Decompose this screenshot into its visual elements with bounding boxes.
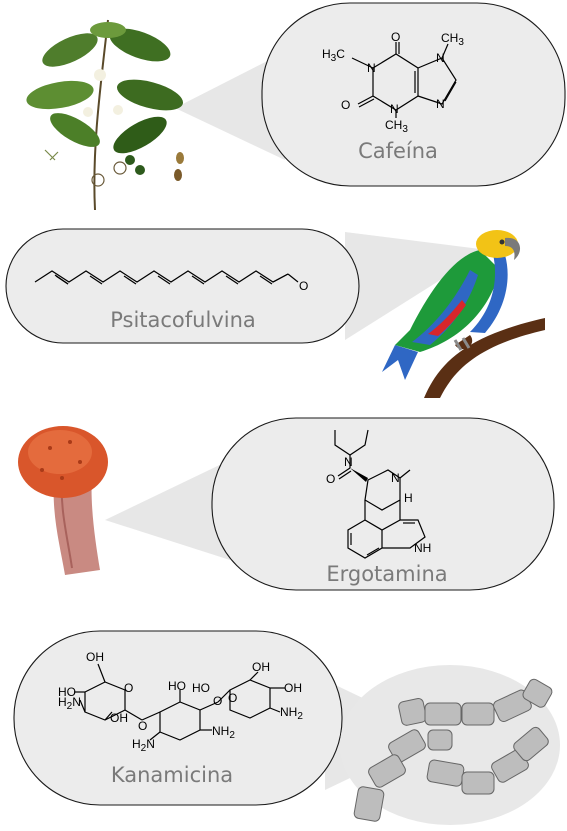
- atom-o: O: [299, 279, 308, 293]
- label-cafeina: Cafeína: [358, 139, 438, 163]
- ergot-fungus-illustration: [18, 426, 108, 575]
- panel-ergotamina: O N N H NH Ergotamina: [18, 417, 555, 591]
- atom-ho3: HO: [192, 681, 210, 695]
- atom-n1: N: [367, 61, 376, 75]
- figure-canvas: O O N N N N H3C CH3 CH3 Cafeína O Psitac…: [5, 2, 566, 825]
- atom-n2: N: [391, 471, 400, 485]
- atom-h: H: [404, 491, 413, 505]
- atom-oh4: OH: [284, 681, 302, 695]
- label-kanamicina: Kanamicina: [111, 763, 233, 787]
- atom-o: O: [326, 472, 335, 486]
- atom-n1: N: [344, 455, 353, 469]
- atom-oh1: OH: [86, 650, 104, 664]
- atom-o4: O: [228, 691, 237, 705]
- pointer-cone: [105, 460, 230, 560]
- coffee-plant-illustration: [26, 19, 184, 211]
- atom-n4: N: [436, 97, 445, 111]
- atom-o2: O: [341, 98, 350, 112]
- panel-cafeina: O O N N N N H3C CH3 CH3 Cafeína: [26, 2, 566, 211]
- atom-ho2: HO: [168, 679, 186, 693]
- panel-psitacofulvina: O Psitacofulvina: [5, 228, 545, 398]
- atom-o1: O: [391, 30, 400, 44]
- atom-n3: N: [436, 51, 445, 65]
- atom-nh: NH: [414, 541, 431, 555]
- atom-n2: N: [390, 102, 399, 116]
- label-psitacofulvina: Psitacofulvina: [110, 308, 256, 332]
- label-ergotamina: Ergotamina: [326, 562, 447, 586]
- atom-o3: O: [213, 694, 222, 708]
- atom-oh2: OH: [110, 711, 128, 725]
- atom-o2: O: [138, 719, 147, 733]
- atom-oh3: OH: [252, 660, 270, 674]
- atom-o1: O: [124, 681, 133, 695]
- panel-kanamicina: OH HO H2N O OH O HO H2N NH2 O HO O OH OH…: [13, 630, 560, 825]
- bacteria-illustration: [340, 665, 560, 825]
